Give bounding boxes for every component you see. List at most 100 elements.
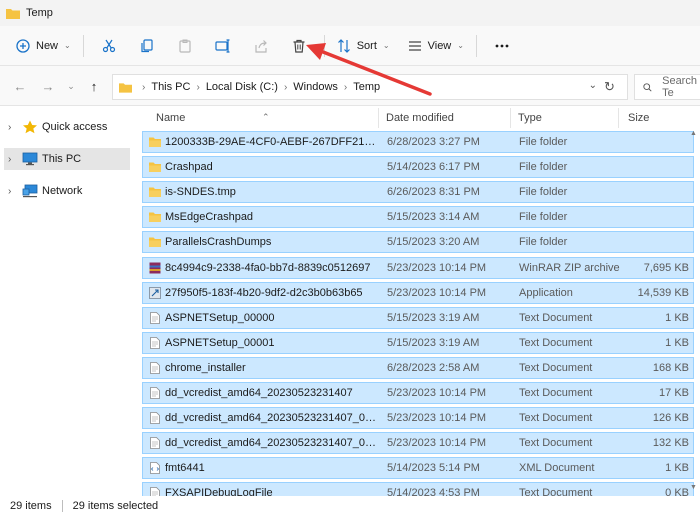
file-row[interactable]: MsEdgeCrashpad 5/15/2023 3:14 AM File fold…: [142, 206, 694, 229]
back-button[interactable]: ←: [8, 74, 32, 98]
rename-button[interactable]: [204, 31, 242, 61]
cut-button[interactable]: [90, 31, 128, 61]
document-icon: [150, 487, 160, 496]
chevron-down-icon: ⌄: [457, 41, 464, 50]
column-divider[interactable]: [618, 108, 619, 128]
column-header-date[interactable]: Date modified: [386, 112, 454, 124]
scroll-up-icon[interactable]: ▲: [690, 130, 697, 137]
search-placeholder: Search Te: [662, 75, 697, 99]
address-row: ← → ⌄ ↑ › This PC › Local Disk (C:) › Wi…: [0, 66, 700, 106]
nav-item-this-pc[interactable]: › This PC: [4, 148, 130, 170]
file-row[interactable]: dd_vcredist_amd64_20230523231407_001_vcR…: [142, 432, 694, 455]
file-row[interactable]: dd_vcredist_amd64_20230523231407 5/23/202…: [142, 382, 694, 404]
column-header-type[interactable]: Type: [518, 112, 542, 124]
monitor-icon: [22, 152, 38, 166]
sort-label: Sort: [356, 39, 377, 52]
refresh-icon[interactable]: ↻: [604, 79, 615, 95]
new-button[interactable]: New ⌄: [10, 31, 77, 61]
star-icon: [23, 120, 37, 134]
file-type: File folder: [519, 211, 568, 224]
delete-button[interactable]: [280, 31, 318, 61]
chevron-down-icon: ⌄: [382, 41, 390, 50]
file-row[interactable]: fmt6441 5/14/2023 5:14 PM XML Document 1 KB: [142, 457, 694, 480]
nav-item-label: This PC: [42, 153, 82, 165]
more-options-button[interactable]: [483, 31, 521, 61]
nav-item-network[interactable]: › Network: [4, 180, 130, 202]
file-name: ParallelsCrashDumps: [165, 236, 272, 249]
file-row[interactable]: 1200333B-29AE-4CF0-AEBF-267DFF21D16D-Si.…: [142, 131, 694, 153]
breadcrumb-local-disk[interactable]: Local Disk (C:): [206, 81, 278, 93]
address-history-button[interactable]: ⌄: [589, 80, 597, 91]
chevron-right-icon[interactable]: ›: [8, 122, 22, 133]
file-name: dd_vcredist_amd64_20230523231407_001_vcR…: [165, 437, 377, 450]
column-header-size[interactable]: Size: [628, 112, 649, 124]
file-row[interactable]: ASPNETSetup_00001 5/15/2023 3:19 AM Text D…: [142, 331, 694, 354]
chevron-right-icon[interactable]: ›: [8, 154, 22, 165]
toolbar-divider: [82, 34, 84, 57]
file-date: 5/15/2023 3:19 AM: [387, 311, 480, 324]
sort-ascending-icon: ⌃: [262, 112, 270, 122]
view-button[interactable]: View ⌄: [402, 31, 470, 61]
file-date: 5/15/2023 3:14 AM: [387, 211, 480, 224]
command-bar: New ⌄ Sort ⌄ View ⌄: [0, 26, 700, 66]
vertical-scrollbar[interactable]: ▲ ▼: [690, 130, 698, 496]
paste-button[interactable]: [166, 31, 204, 61]
nav-item-label: Quick access: [42, 121, 108, 133]
breadcrumb-windows[interactable]: Windows: [293, 81, 338, 93]
chevron-down-icon: ⌄: [64, 41, 71, 50]
file-row[interactable]: ASPNETSetup_00000 5/15/2023 3:19 AM Text D…: [142, 306, 694, 329]
file-size: 17 KB: [659, 387, 689, 399]
file-name: 8c4994c9-2338-4fa0-bb7d-8839c0512697: [165, 261, 371, 274]
document-icon: [150, 387, 160, 399]
breadcrumb-this-pc[interactable]: This PC: [151, 81, 190, 93]
scroll-down-icon[interactable]: ▼: [690, 484, 697, 491]
view-label: View: [427, 39, 452, 52]
file-type: Text Document: [519, 361, 593, 374]
folder-icon: [149, 212, 161, 223]
file-row[interactable]: dd_vcredist_amd64_20230523231407_000_vcR…: [142, 407, 694, 430]
sort-button[interactable]: Sort ⌄: [331, 31, 396, 61]
folder-icon: [149, 187, 161, 198]
copy-icon: [141, 38, 153, 52]
navigation-pane: › Quick access › This PC › Network: [0, 106, 130, 496]
nav-item-quick-access[interactable]: › Quick access: [4, 116, 130, 138]
breadcrumb-temp[interactable]: Temp: [353, 81, 380, 93]
copy-button[interactable]: [128, 31, 166, 61]
title-bar: Temp: [0, 0, 700, 26]
item-count: 29 items: [10, 500, 52, 512]
status-divider: [61, 500, 63, 512]
column-divider[interactable]: [378, 108, 379, 128]
file-row[interactable]: chrome_installer 6/28/2023 2:58 AM Text Do…: [142, 356, 694, 379]
plus-circle-icon: [16, 38, 30, 53]
chevron-right-icon: ›: [142, 81, 146, 93]
file-date: 5/23/2023 10:14 PM: [387, 387, 487, 399]
file-type: WinRAR ZIP archive: [519, 261, 620, 274]
file-date: 5/15/2023 3:19 AM: [387, 336, 480, 349]
chevron-right-icon[interactable]: ›: [8, 186, 22, 197]
document-icon: [150, 437, 160, 450]
column-divider[interactable]: [510, 108, 511, 128]
file-date: 5/15/2023 3:20 AM: [387, 236, 480, 249]
file-row[interactable]: ParallelsCrashDumps 5/15/2023 3:20 AM File…: [142, 231, 694, 254]
file-type: File folder: [519, 186, 568, 199]
clipboard-icon: [179, 39, 191, 53]
search-box[interactable]: Search Te: [634, 74, 700, 100]
file-row[interactable]: 27f950f5-183f-4b20-9df2-d2c3b0b63b65 5/23…: [142, 281, 694, 304]
file-date: 5/14/2023 5:14 PM: [387, 462, 480, 475]
file-date: 5/23/2023 10:14 PM: [387, 437, 487, 450]
file-row[interactable]: is-SNDES.tmp 6/26/2023 8:31 PM File folder: [142, 181, 694, 204]
file-row[interactable]: 8c4994c9-2338-4fa0-bb7d-8839c0512697 5/23…: [142, 256, 694, 279]
forward-button[interactable]: →: [36, 74, 60, 98]
share-button[interactable]: [242, 31, 280, 61]
file-row[interactable]: FXSAPIDebugLogFile 5/14/2023 4:53 PM Text …: [142, 482, 694, 496]
up-button[interactable]: ↑: [82, 74, 106, 98]
address-bar[interactable]: › This PC › Local Disk (C:) › Windows › …: [112, 74, 628, 100]
file-row[interactable]: Crashpad 5/14/2023 6:17 PM File folder: [142, 156, 694, 179]
file-date: 5/23/2023 10:14 PM: [387, 412, 487, 425]
column-header-name[interactable]: Name: [156, 112, 185, 124]
selected-count: 29 items selected: [72, 500, 159, 512]
file-date: 5/23/2023 10:14 PM: [387, 286, 487, 299]
recent-locations-button[interactable]: ⌄: [64, 74, 78, 98]
file-size: 14,539 KB: [637, 286, 689, 299]
file-type: File folder: [519, 236, 568, 249]
